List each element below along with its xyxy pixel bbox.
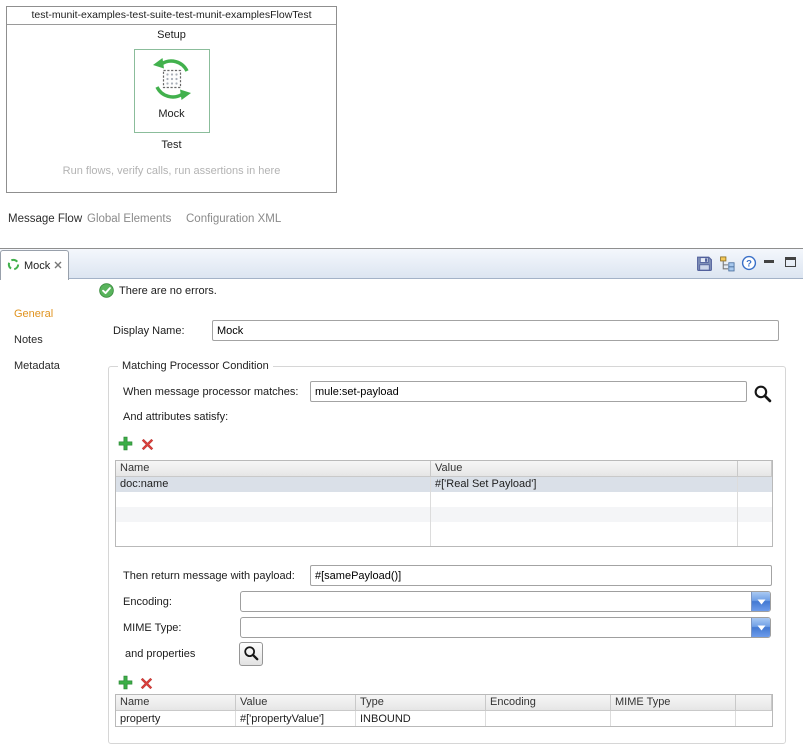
save-icon[interactable] (696, 255, 713, 272)
table-row[interactable]: doc:name #['Real Set Payload'] (116, 477, 772, 492)
group-title: Matching Processor Condition (118, 360, 273, 372)
matches-input[interactable] (310, 381, 747, 402)
cell-encoding[interactable] (486, 711, 611, 727)
attributes-table-header: Name Value (116, 461, 772, 477)
attributes-label: And attributes satisfy: (123, 411, 228, 423)
column-header-value[interactable]: Value (431, 461, 738, 476)
mock-component-icon (149, 56, 195, 105)
mock-component-label: Mock (158, 108, 184, 120)
cell-empty (738, 537, 772, 546)
attributes-table: Name Value doc:name #['Real Set Payload'… (115, 460, 773, 547)
search-icon[interactable] (753, 384, 772, 406)
encoding-label: Encoding: (123, 596, 172, 608)
sidebar-item-metadata[interactable]: Metadata (14, 360, 60, 372)
table-row-empty[interactable] (116, 507, 772, 522)
properties-table: Name Value Type Encoding MIME Type prope… (115, 694, 773, 727)
column-header-extra[interactable] (738, 461, 772, 476)
close-icon[interactable] (54, 260, 62, 272)
table-row-empty[interactable] (116, 522, 772, 537)
column-header-mime[interactable]: MIME Type (611, 695, 736, 710)
cell-empty (116, 522, 431, 537)
column-header-value[interactable]: Value (236, 695, 356, 710)
setup-label: Setup (7, 29, 336, 41)
sidebar-item-general[interactable]: General (14, 308, 53, 320)
add-icon[interactable] (118, 436, 133, 454)
properties-tab-mock[interactable]: Mock (0, 250, 69, 280)
table-row[interactable]: property #['propertyValue'] INBOUND (116, 711, 772, 727)
canvas-hint: Run flows, verify calls, run assertions … (7, 165, 336, 177)
search-icon (243, 645, 259, 664)
matches-label: When message processor matches: (123, 386, 298, 398)
properties-label: and properties (125, 648, 195, 660)
cell-value[interactable]: #['Real Set Payload'] (431, 477, 738, 492)
delete-icon[interactable] (141, 438, 154, 454)
mock-tab-icon (7, 258, 20, 274)
tab-global-elements[interactable]: Global Elements (87, 213, 171, 225)
minimize-icon[interactable] (764, 258, 774, 263)
cell-name[interactable]: property (116, 711, 236, 727)
column-header-type[interactable]: Type (356, 695, 486, 710)
flow-canvas: test-munit-examples-test-suite-test-muni… (6, 6, 337, 193)
properties-panel-header: Mock ? (0, 248, 803, 279)
properties-table-header: Name Value Type Encoding MIME Type (116, 695, 772, 711)
properties-tab-label: Mock (24, 260, 50, 272)
svg-text:?: ? (746, 258, 752, 269)
tree-view-icon[interactable] (719, 255, 736, 272)
status-text: There are no errors. (119, 285, 217, 297)
flow-title: test-munit-examples-test-suite-test-muni… (7, 7, 336, 25)
column-header-name[interactable]: Name (116, 695, 236, 710)
table-row-empty[interactable] (116, 492, 772, 507)
cell-empty (738, 522, 772, 537)
add-icon[interactable] (118, 675, 133, 693)
cell-empty (431, 522, 738, 537)
cell-extra[interactable] (738, 477, 772, 492)
test-label: Test (7, 139, 336, 151)
chevron-down-icon[interactable] (751, 618, 770, 637)
maximize-icon[interactable] (785, 257, 796, 267)
cell-empty (431, 537, 738, 546)
mime-type-select[interactable] (240, 617, 771, 638)
sidebar-item-notes[interactable]: Notes (14, 334, 43, 346)
cell-value[interactable]: #['propertyValue'] (236, 711, 356, 727)
mock-component[interactable]: Mock (134, 49, 210, 133)
application-window: test-munit-examples-test-suite-test-muni… (0, 0, 803, 751)
cell-mime[interactable] (611, 711, 736, 727)
column-header-encoding[interactable]: Encoding (486, 695, 611, 710)
cell-empty (431, 492, 738, 507)
mime-type-label: MIME Type: (123, 622, 181, 634)
chevron-down-icon[interactable] (751, 592, 770, 611)
cell-empty (738, 507, 772, 522)
cell-extra[interactable] (736, 711, 772, 727)
payload-label: Then return message with payload: (123, 570, 295, 582)
column-header-name[interactable]: Name (116, 461, 431, 476)
tab-message-flow[interactable]: Message Flow (8, 213, 82, 225)
cell-type[interactable]: INBOUND (356, 711, 486, 727)
column-header-extra[interactable] (736, 695, 772, 710)
payload-input[interactable] (310, 565, 772, 586)
encoding-select[interactable] (240, 591, 771, 612)
display-name-input[interactable] (212, 320, 779, 341)
cell-empty (116, 492, 431, 507)
delete-icon[interactable] (140, 677, 153, 693)
cell-empty (431, 507, 738, 522)
tab-configuration-xml[interactable]: Configuration XML (186, 213, 281, 225)
status-ok-icon (99, 283, 114, 301)
help-icon[interactable]: ? (741, 255, 757, 271)
properties-search-button[interactable] (239, 642, 263, 666)
cell-empty (116, 537, 431, 546)
cell-empty (116, 507, 431, 522)
table-filler (116, 537, 772, 546)
cell-empty (738, 492, 772, 507)
display-name-label: Display Name: (113, 325, 185, 337)
cell-name[interactable]: doc:name (116, 477, 431, 492)
